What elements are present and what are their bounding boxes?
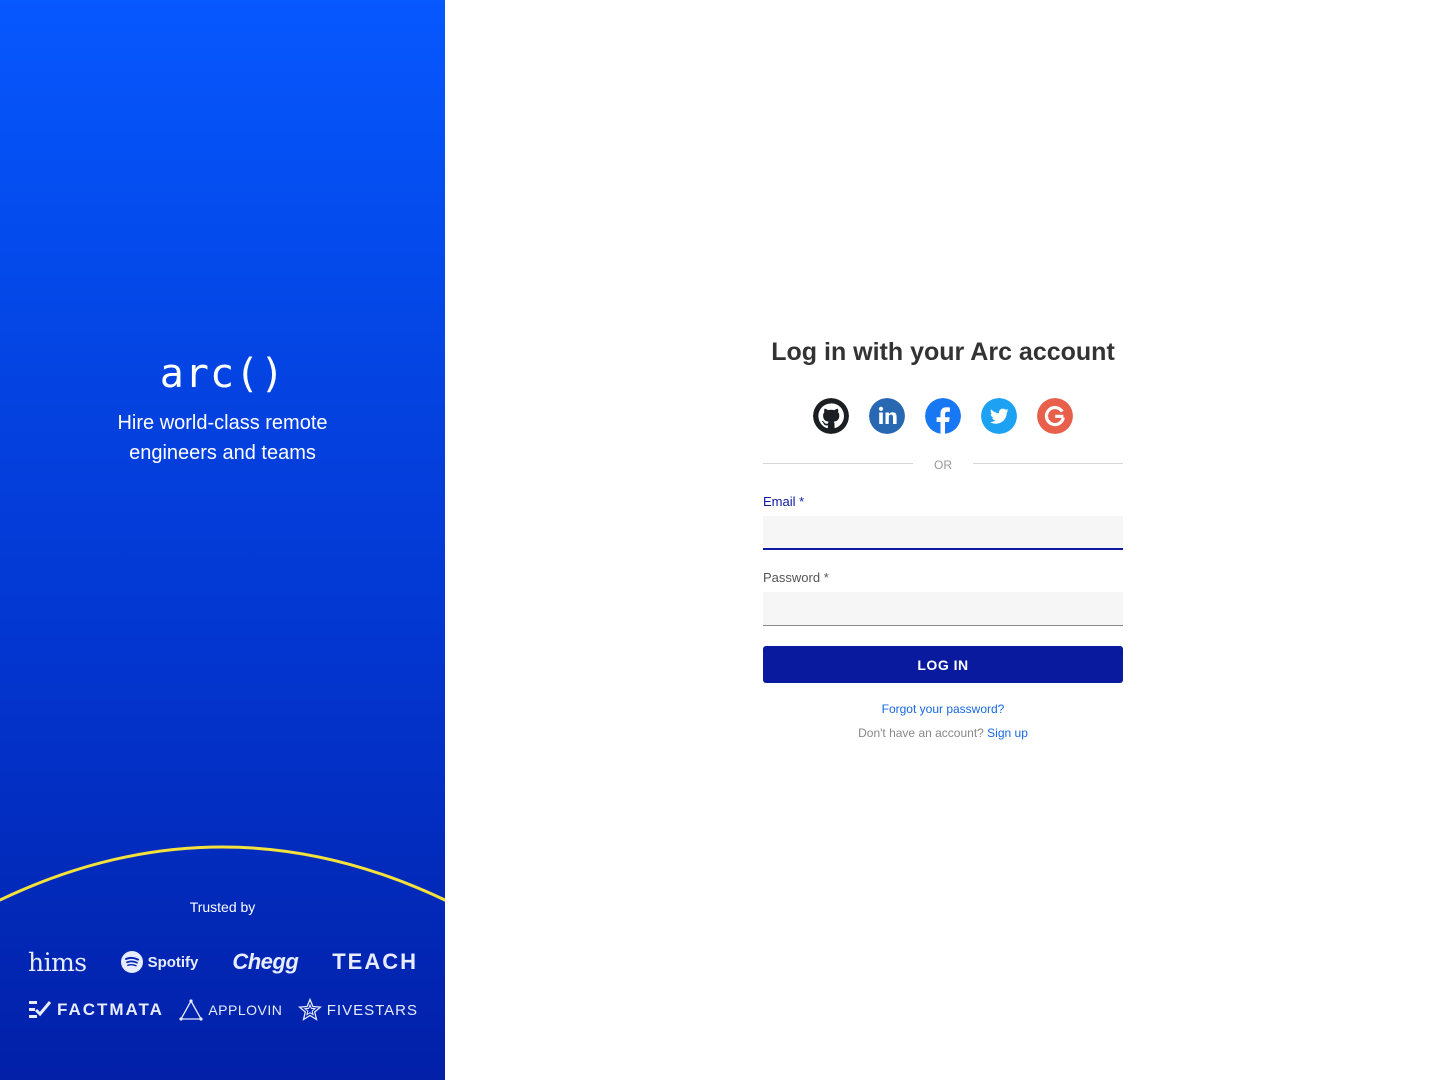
brand-tagline: Hire world-class remote engineers and te…: [117, 412, 328, 464]
divider-line-right: [973, 463, 1123, 464]
client-logo-chegg: Chegg: [232, 949, 299, 974]
client-logo-factmata: FACTMATA: [28, 999, 164, 1021]
or-divider: OR: [763, 456, 1123, 472]
facebook-icon[interactable]: [925, 398, 961, 434]
auth-links: Forgot your password? Don't have an acco…: [763, 697, 1123, 745]
social-login-buttons: [763, 398, 1123, 434]
email-field[interactable]: [763, 516, 1123, 550]
divider-line-left: [763, 463, 913, 464]
decorative-arc: [0, 845, 445, 902]
or-label: OR: [934, 458, 952, 472]
password-field-group: Password *: [763, 570, 1123, 626]
email-label: Email *: [763, 494, 805, 509]
spotify-icon: [120, 951, 143, 973]
no-account-text: Don't have an account?: [858, 726, 984, 740]
linkedin-icon[interactable]: [869, 398, 905, 434]
brand-block: arc() Hire world-class remote engineers …: [0, 352, 445, 468]
email-field-group: Email *: [763, 494, 1123, 550]
trusted-by-label: Trusted by: [189, 899, 256, 915]
client-logos-row-1: hims Spotify Chegg TEACH: [28, 946, 418, 978]
fivestars-label: FIVESTARS: [326, 1001, 418, 1019]
page-title: Log in with your Arc account: [771, 338, 1115, 366]
password-label: Password *: [763, 570, 829, 585]
login-button[interactable]: LOG IN: [763, 646, 1123, 683]
login-form: Log in with your Arc account OR Email * …: [763, 336, 1123, 745]
fivestars-icon: [297, 998, 322, 1021]
google-icon[interactable]: [1037, 398, 1073, 434]
forgot-password-link[interactable]: Forgot your password?: [882, 702, 1005, 716]
client-logos-row-2: FACTMATA APPLOVIN FIVESTARS: [28, 995, 418, 1025]
factmata-label: FACTMATA: [57, 1000, 164, 1019]
client-logo-teach: TEACH: [332, 949, 418, 974]
github-icon[interactable]: [813, 398, 849, 434]
signup-link[interactable]: Sign up: [987, 726, 1028, 740]
client-logo-spotify: Spotify: [120, 951, 199, 973]
client-logo-applovin: APPLOVIN: [179, 999, 282, 1021]
twitter-icon[interactable]: [981, 398, 1017, 434]
applovin-label: APPLOVIN: [208, 1002, 283, 1018]
factmata-icon: [29, 1001, 52, 1018]
arc-logo: arc(): [159, 351, 286, 397]
client-logo-hims: hims: [28, 947, 87, 977]
applovin-icon: [179, 999, 203, 1021]
password-field[interactable]: [763, 592, 1123, 626]
spotify-label: Spotify: [147, 953, 199, 971]
client-logo-fivestars: FIVESTARS: [297, 998, 418, 1022]
brand-panel: arc() Hire world-class remote engineers …: [0, 0, 445, 1080]
